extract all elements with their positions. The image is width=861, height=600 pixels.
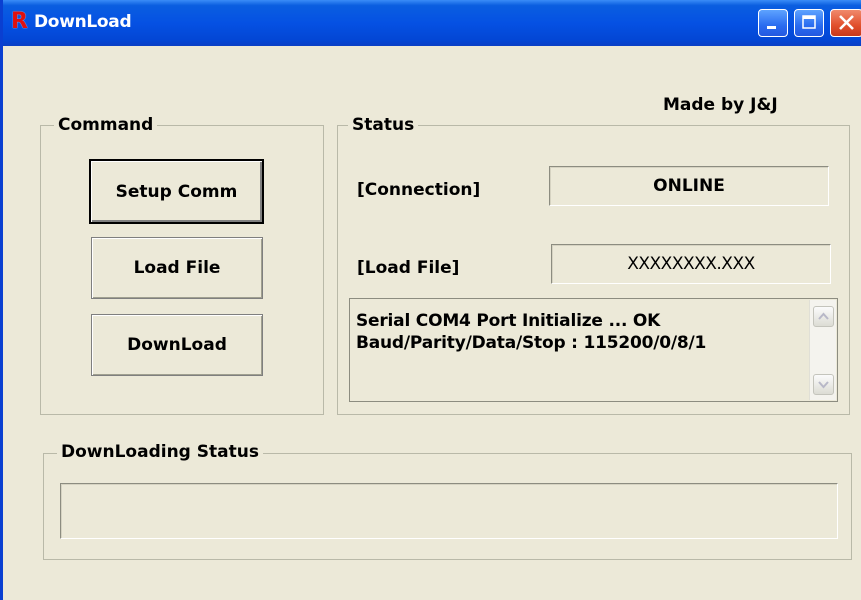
close-button[interactable] — [830, 9, 861, 37]
maximize-icon — [802, 15, 816, 29]
vertical-scrollbar[interactable] — [809, 300, 836, 400]
close-icon — [839, 15, 854, 30]
load-file-label: [Load File] — [357, 258, 460, 278]
status-group-label: Status — [348, 115, 419, 135]
log-line: Serial COM4 Port Initialize ... OK — [356, 311, 661, 331]
setup-comm-button[interactable]: Setup Comm — [89, 159, 264, 224]
download-progress-bar — [60, 483, 838, 539]
app-logo-icon: R — [11, 9, 28, 34]
chevron-up-icon — [818, 312, 829, 320]
status-log-textarea[interactable]: Serial COM4 Port Initialize ... OK Baud/… — [349, 298, 838, 402]
command-group-label: Command — [54, 115, 158, 135]
load-file-status-field: XXXXXXXX.XXX — [551, 244, 831, 284]
maximize-button[interactable] — [794, 9, 824, 37]
scroll-up-arrow[interactable] — [813, 306, 834, 327]
download-window: R DownLoad Made by J&J Command Setup Com… — [0, 0, 861, 600]
connection-status-field: ONLINE — [549, 166, 829, 206]
load-file-button[interactable]: Load File — [91, 237, 263, 299]
log-line: Baud/Parity/Data/Stop : 115200/0/8/1 — [356, 333, 707, 353]
downloading-status-group-label: DownLoading Status — [57, 442, 263, 462]
download-button[interactable]: DownLoad — [91, 314, 263, 376]
minimize-icon — [767, 26, 776, 29]
window-title: DownLoad — [34, 12, 132, 32]
minimize-button[interactable] — [758, 9, 788, 37]
connection-label: [Connection] — [357, 180, 481, 200]
title-bar[interactable]: R DownLoad — [3, 0, 861, 46]
made-by-label: Made by J&J — [663, 95, 778, 115]
scroll-down-arrow[interactable] — [813, 374, 834, 395]
chevron-down-icon — [818, 381, 829, 389]
